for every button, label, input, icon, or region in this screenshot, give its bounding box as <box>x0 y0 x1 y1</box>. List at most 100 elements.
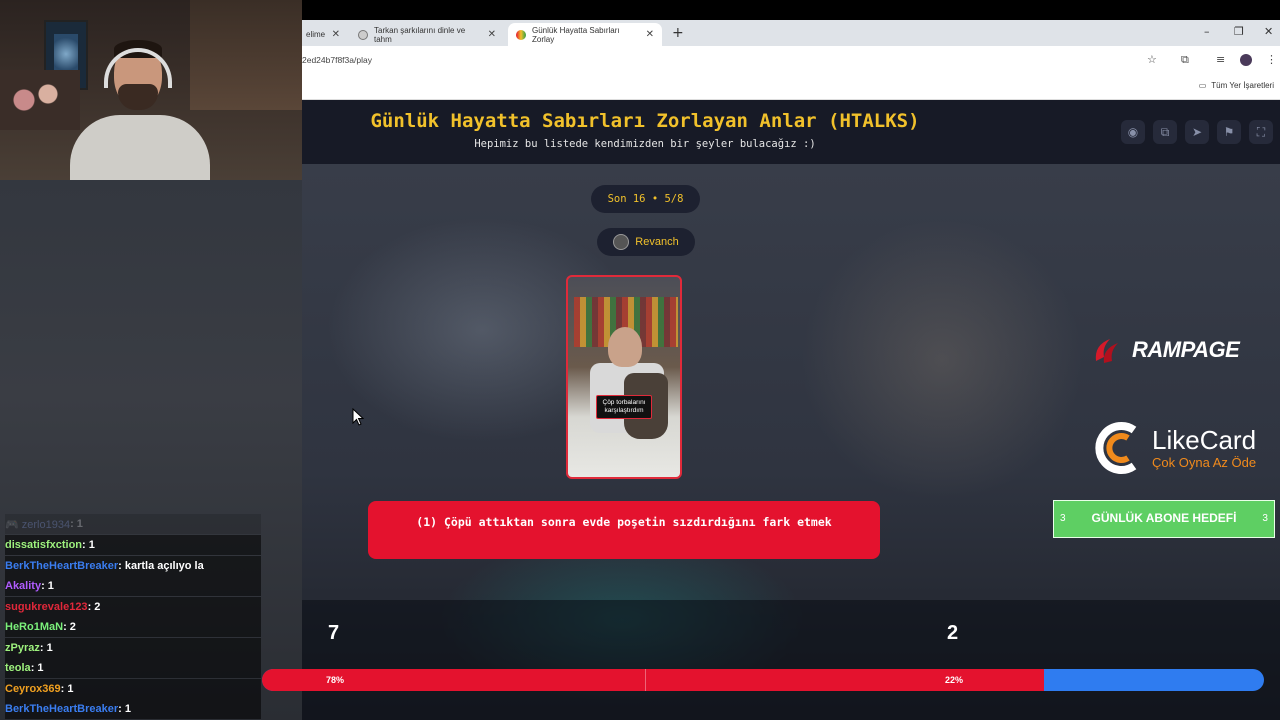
chat-message: teola : 1 <box>5 658 261 678</box>
chat-username: BerkTheHeartBreaker <box>5 703 119 715</box>
subscriber-goal: 3 GÜNLÜK ABONE HEDEFİ 3 <box>1053 500 1275 538</box>
chat-text: : 1 <box>70 518 83 530</box>
chat-message: zPyraz : 1 <box>5 638 261 658</box>
chat-text: : kartla açılıyo la <box>118 560 204 572</box>
chat-username: teola <box>5 662 31 674</box>
page-header: Günlük Hayatta Sabırları Zorlayan Anlar … <box>302 100 1280 164</box>
flag-icon[interactable]: ⚑ <box>1217 120 1241 144</box>
chat-text: : 1 <box>39 642 53 654</box>
user-badge[interactable]: Revanch <box>597 228 695 256</box>
chat-message: Akality : 1 <box>5 576 261 596</box>
chat-username: sugukrevale123 <box>5 601 88 613</box>
fullscreen-icon[interactable]: ⛶ <box>1249 120 1273 144</box>
chat-text: : 1 <box>60 683 74 695</box>
chat-username: HeRo1MaN <box>5 621 64 633</box>
rampage-text: RAMPAGE <box>1132 337 1240 362</box>
chat-username: BerkTheHeartBreaker <box>5 560 119 572</box>
chat-text: : 1 <box>118 703 131 715</box>
chat-message: sugukrevale123 : 2 <box>5 597 261 617</box>
chat-text: : 2 <box>63 621 76 633</box>
round-indicator: Son 16 • 5/8 <box>591 185 700 213</box>
tab-label: elime <box>306 30 326 39</box>
tab-favicon-icon <box>516 29 526 40</box>
all-bookmarks[interactable]: ▭ Tüm Yer İşaretleri <box>1199 81 1274 90</box>
chat-username: zPyraz <box>5 642 40 654</box>
goal-right-value: 3 <box>1262 513 1268 525</box>
vote-progress-left-fill <box>262 669 1044 691</box>
folder-icon: ▭ <box>1198 81 1207 90</box>
chat-message: BerkTheHeartBreaker : kartla açılıyo la <box>5 556 261 576</box>
address-bar[interactable]: 2ed24b7f8f3a/play ☆ ⧉ ≡ ⋮ <box>302 46 1280 74</box>
chat-text: : 1 <box>41 580 54 592</box>
chat-message: Ceyrox369 : 1 <box>5 679 261 699</box>
likecard-name: LikeCard <box>1152 424 1257 455</box>
chat-text: : 1 <box>30 662 44 674</box>
chat-text: : 1 <box>82 539 95 551</box>
left-vote-count: 7 <box>328 622 340 644</box>
question-box: (1) Çöpü attıktan sonra evde poşetin sız… <box>368 501 880 559</box>
chat-text: : 2 <box>87 601 101 613</box>
bookmark-star-icon[interactable]: ☆ <box>1147 53 1157 66</box>
right-vote-count: 2 <box>947 622 959 644</box>
menu-icon[interactable]: ⋮ <box>1266 53 1277 66</box>
chat-username: 🎮 zerlo1934 <box>5 518 71 531</box>
tab-close-icon[interactable]: ✕ <box>488 29 496 40</box>
right-percent-label: 22% <box>945 675 964 685</box>
rampage-logo: RAMPAGE <box>1092 335 1240 365</box>
bookmarks-bar: ▭ Tüm Yer İşaretleri <box>302 74 1280 100</box>
tab-label: Tarkan şarkılarını dinle ve tahm <box>374 25 466 44</box>
tab-strip: elime ✕ Tarkan şarkılarını dinle ve tahm… <box>302 20 1280 46</box>
webcam-overlay <box>0 0 302 180</box>
web-page: Günlük Hayatta Sabırları Zorlayan Anlar … <box>302 100 1280 720</box>
card-caption: Çöp torbalarını karşılaştırdım <box>596 395 652 419</box>
webcam-flowers <box>0 70 80 130</box>
card-person <box>608 327 642 367</box>
page-subtitle: Hepimiz bu listede kendimizden bir şeyle… <box>474 138 816 150</box>
vote-progress-bar <box>262 669 1264 691</box>
vote-progress-midline <box>645 669 646 691</box>
rampage-claw-icon <box>1095 339 1118 363</box>
chat-message: dissatisfxction : 1 <box>5 535 261 555</box>
streamer-shirt <box>70 115 210 180</box>
tab-2-active[interactable]: Günlük Hayatta Sabırları Zorlay ✕ <box>508 23 662 46</box>
all-bookmarks-label: Tüm Yer İşaretleri <box>1211 81 1274 90</box>
avatar <box>613 234 630 250</box>
chat-overlay: 🎮 zerlo1934: 1 dissatisfxction : 1 BerkT… <box>0 514 262 720</box>
new-tab-button[interactable]: + <box>672 25 684 41</box>
close-window-button[interactable]: ✕ <box>1264 25 1273 38</box>
profile-avatar[interactable] <box>1240 54 1252 66</box>
copy-icon[interactable]: ⧉ <box>1153 120 1177 144</box>
chat-message: HeRo1MaN : 2 <box>5 617 261 637</box>
chat-message: 🎮 zerlo1934: 1 <box>5 514 261 534</box>
page-title: Günlük Hayatta Sabırları Zorlayan Anlar … <box>370 110 920 132</box>
tab-label: Günlük Hayatta Sabırları Zorlay <box>532 25 620 44</box>
minimize-button[interactable]: – <box>1204 25 1210 38</box>
tab-close-icon[interactable]: ✕ <box>332 29 340 40</box>
eye-icon[interactable]: ◉ <box>1121 120 1145 144</box>
send-icon[interactable]: ➤ <box>1185 120 1209 144</box>
tab-favicon-icon <box>358 29 368 40</box>
likecard-logo: LikeCard Çok Oyna Az Öde <box>1088 420 1256 476</box>
tab-close-icon[interactable]: ✕ <box>646 29 654 40</box>
chat-message: BerkTheHeartBreaker : 1 <box>5 699 261 719</box>
media-icon[interactable]: ≡ <box>1216 53 1225 66</box>
video-card[interactable]: Çöp torbalarını karşılaştırdım <box>566 275 682 479</box>
chat-username: dissatisfxction <box>5 539 83 551</box>
goal-left-value: 3 <box>1060 513 1066 525</box>
extensions-icon[interactable]: ⧉ <box>1181 53 1189 67</box>
url-text[interactable]: 2ed24b7f8f3a/play <box>302 55 372 65</box>
user-name: Revanch <box>635 236 679 248</box>
vote-area <box>302 600 1280 720</box>
chat-username: Ceyrox369 <box>5 683 61 695</box>
webcam-background <box>190 0 302 110</box>
likecard-slogan: Çok Oyna Az Öde <box>1152 454 1257 470</box>
chat-username: Akality <box>5 580 42 592</box>
tab-1[interactable]: Tarkan şarkılarını dinle ve tahm ✕ <box>350 23 504 46</box>
screen-top-edge <box>302 0 1280 20</box>
likecard-mark-icon <box>1095 422 1137 474</box>
left-percent-label: 78% <box>326 675 345 685</box>
mouse-cursor-icon <box>352 408 364 426</box>
goal-label: GÜNLÜK ABONE HEDEFİ <box>1091 511 1237 526</box>
maximize-button[interactable]: ❐ <box>1234 25 1244 38</box>
tab-0[interactable]: elime ✕ <box>298 23 348 46</box>
